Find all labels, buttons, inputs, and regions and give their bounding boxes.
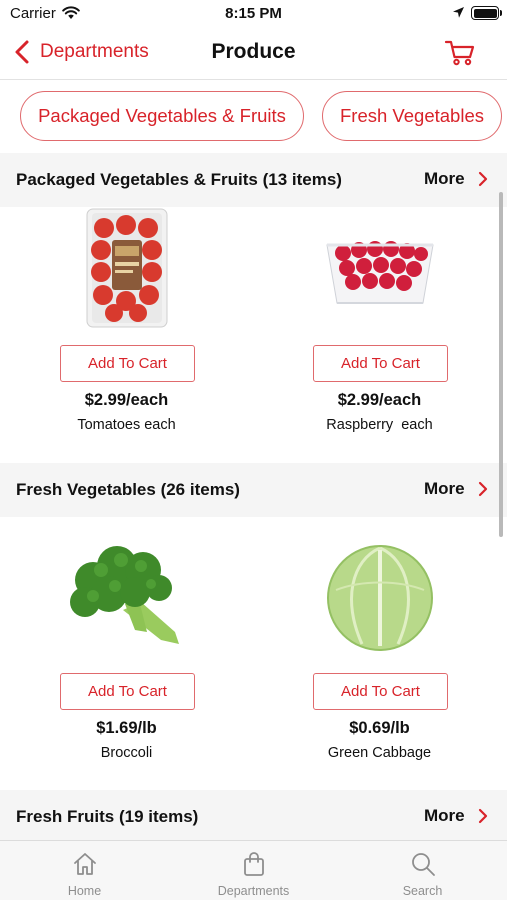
product-price: $0.69/lb [349,719,410,737]
category-chips: Packaged Vegetables & Fruits Fresh Veget… [0,80,507,153]
chip-packaged-vegetables-fruits[interactable]: Packaged Vegetables & Fruits [20,91,304,141]
raspberry-container-image [325,241,434,304]
tab-label: Departments [217,884,290,898]
chevron-right-icon [478,171,487,187]
status-bar: Carrier 8:15 PM [0,0,507,28]
more-button[interactable]: More [424,806,489,826]
add-to-cart-button[interactable]: Add To Cart [60,673,195,710]
scrollbar[interactable] [499,192,503,537]
chevron-right-icon [478,481,487,497]
tab-bar: Home Departments Search [0,840,507,900]
tomatoes-package-image [86,208,167,328]
chevron-left-icon [15,40,29,64]
add-to-cart-button[interactable]: Add To Cart [313,345,448,382]
section-title: Packaged Vegetables & Fruits (13 items) [16,170,342,189]
section-title: Fresh Fruits (19 items) [16,807,199,826]
more-label: More [424,806,465,825]
cart-icon[interactable] [444,39,476,67]
product-name: Broccoli [100,745,153,761]
more-label: More [424,479,465,498]
back-button[interactable]: Departments [12,39,149,65]
broccoli-image [69,546,179,644]
tab-departments[interactable]: Departments [169,841,338,900]
section-header: Packaged Vegetables & Fruits (13 items) … [0,153,507,207]
product-image[interactable] [253,207,506,329]
product-image[interactable] [0,535,253,657]
product-price: $1.69/lb [96,719,157,737]
home-icon [74,853,96,875]
cabbage-image [326,545,433,651]
product-price: $2.99/each [84,391,169,409]
product-image[interactable] [253,535,506,657]
shopping-bag-icon [244,852,264,876]
product-image[interactable] [0,207,253,329]
section-header: Fresh Vegetables (26 items) More [0,463,507,517]
search-icon [412,853,435,876]
chevron-right-icon [478,808,487,824]
product-name: Green Cabbage [327,745,432,761]
tab-home[interactable]: Home [0,841,169,900]
tab-label: Home [67,884,102,898]
produce-screen: Carrier 8:15 PM Departments Produce Pack [0,0,507,900]
product-card[interactable]: Add To Cart $2.99/each Tomatoes each [0,207,253,433]
tab-label: Search [402,884,443,898]
section-header: Fresh Fruits (19 items) More [0,790,507,844]
product-card[interactable]: Add To Cart $2.99/each Raspberry each [253,207,506,433]
more-label: More [424,169,465,188]
battery-icon [471,6,499,20]
back-button-label: Departments [40,41,149,62]
section-title: Fresh Vegetables (26 items) [16,480,240,499]
add-to-cart-button[interactable]: Add To Cart [313,673,448,710]
tab-search[interactable]: Search [338,841,507,900]
product-name: Tomatoes each [77,417,176,433]
clock: 8:15 PM [225,5,282,22]
product-card[interactable]: Add To Cart $0.69/lb Green Cabbage [253,535,506,761]
add-to-cart-button[interactable]: Add To Cart [60,345,195,382]
product-name: Raspberry each [326,417,433,433]
more-button[interactable]: More [424,169,489,189]
chip-fresh-vegetables[interactable]: Fresh Vegetables [322,91,502,141]
location-arrow-icon [453,7,464,18]
navigation-bar: Departments Produce [0,28,507,80]
more-button[interactable]: More [424,479,489,499]
product-card[interactable]: Add To Cart $1.69/lb Broccoli [0,535,253,761]
product-price: $2.99/each [337,391,422,409]
